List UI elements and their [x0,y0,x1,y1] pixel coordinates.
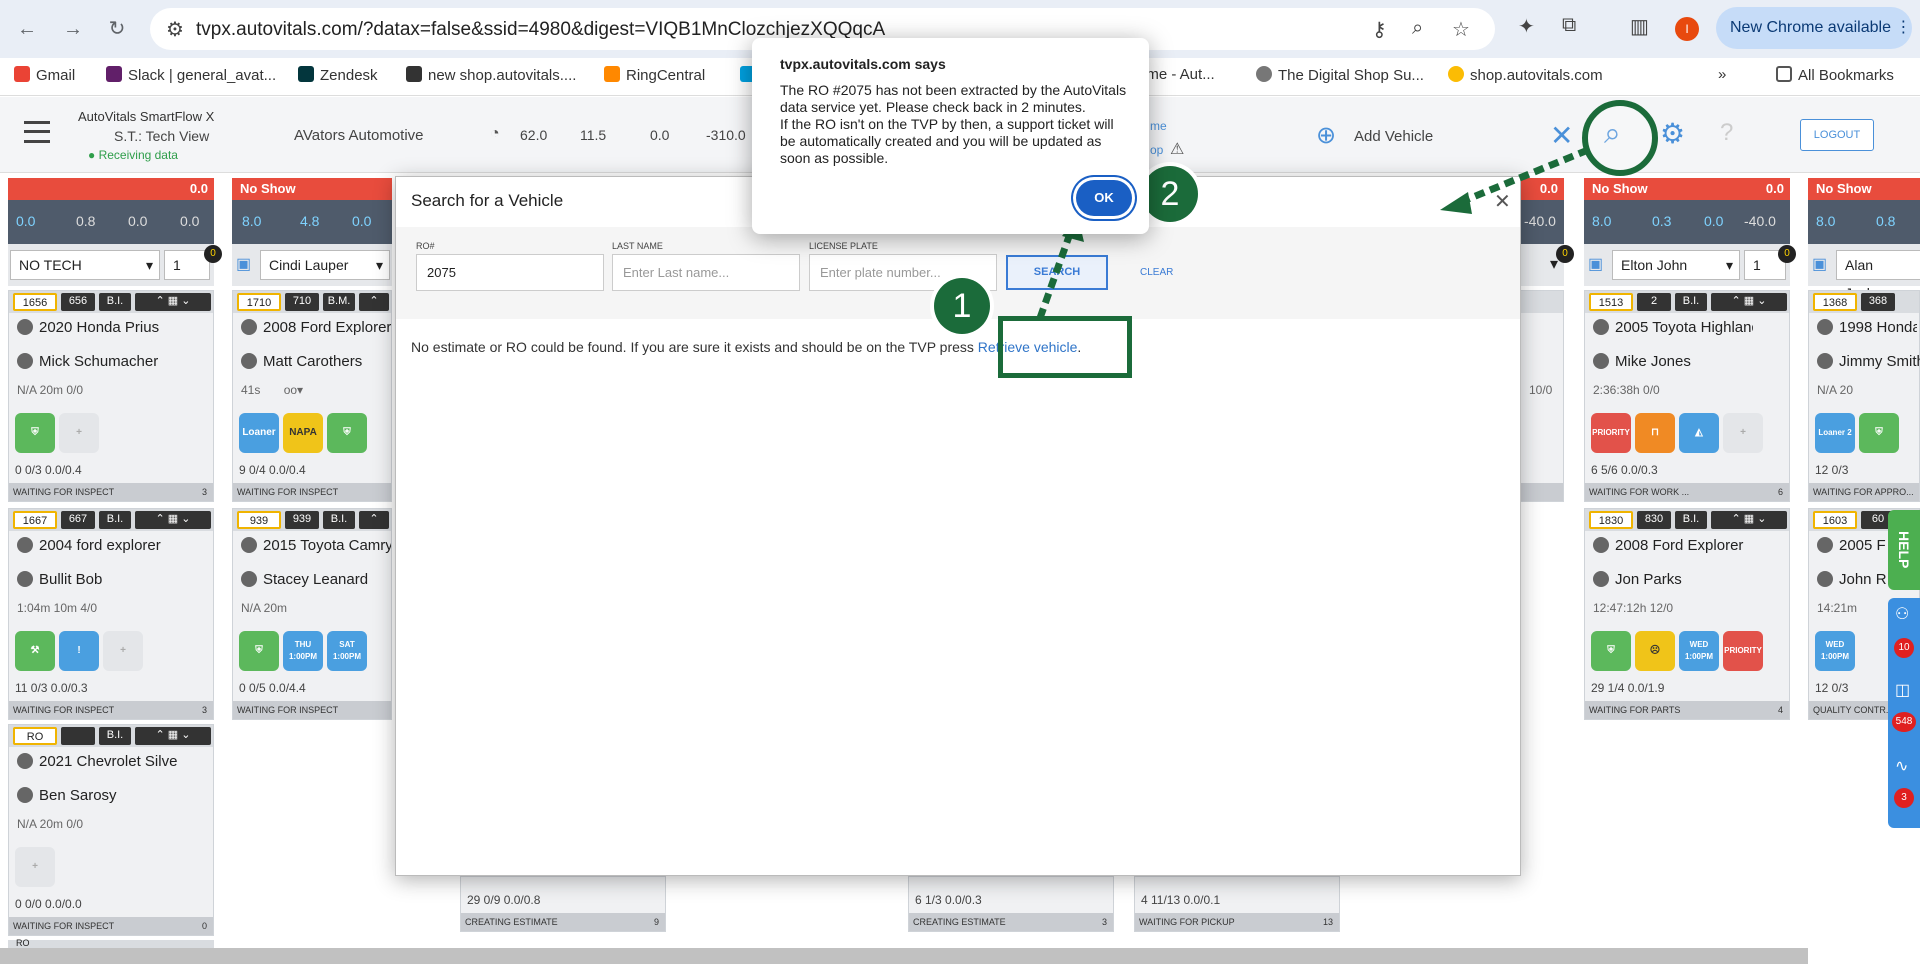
people-icon[interactable]: ⚇ [1895,604,1909,624]
ok-button[interactable]: OK [1076,180,1132,216]
count-badge-activity: 3 [1894,788,1914,808]
help-tab[interactable]: HELP [1888,510,1920,590]
alert-heading: tvpx.autovitals.com says [780,56,946,72]
arrow-line [1036,226,1076,320]
arrow-line [1454,146,1590,208]
alert-line-2: If the RO isn't on the TVP by then, a su… [780,116,1114,166]
count-badge-people: 10 [1894,638,1914,658]
alert-line-1: The RO #2075 has not been extracted by t… [780,82,1127,115]
alert-body: The RO #2075 has not been extracted by t… [780,82,1132,167]
annotation-step-1: 1 [934,278,990,334]
count-badge-cars: 548 [1892,712,1916,732]
pulse-icon[interactable]: ∿ [1895,756,1908,776]
arrow-head [1440,192,1472,214]
horizontal-scrollbar[interactable] [0,948,1808,964]
car-icon[interactable]: ◫ [1895,680,1910,700]
annotation-step-2: 2 [1142,166,1198,222]
